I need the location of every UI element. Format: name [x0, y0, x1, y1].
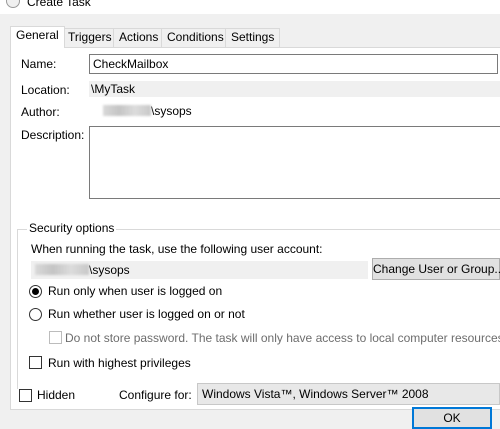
task-scheduler-icon — [6, 0, 20, 8]
tab-actions[interactable]: Actions — [113, 28, 165, 47]
name-field[interactable]: CheckMailbox — [89, 54, 498, 74]
redacted-domain — [35, 264, 89, 275]
configure-for-select[interactable]: Windows Vista™, Windows Server™ 2008 — [197, 383, 500, 405]
dialog-body: General Triggers Actions Conditions Sett… — [0, 14, 500, 429]
run-whether-radio[interactable] — [29, 308, 42, 321]
run-logged-on-radio[interactable] — [29, 285, 42, 298]
tab-triggers[interactable]: Triggers — [62, 28, 118, 47]
redacted-username — [103, 105, 151, 116]
security-options-title: Security options — [27, 221, 117, 235]
author-value-row: \sysops — [89, 103, 500, 119]
hidden-label[interactable]: Hidden — [37, 388, 75, 402]
run-whether-label[interactable]: Run whether user is logged on or not — [48, 307, 245, 321]
run-logged-on-label[interactable]: Run only when user is logged on — [48, 284, 222, 298]
tab-conditions[interactable]: Conditions — [161, 28, 230, 47]
user-account-value: \sysops — [89, 263, 130, 277]
account-prompt: When running the task, use the following… — [31, 242, 323, 256]
title-bar: Create Task — [0, 0, 500, 14]
window-title: Create Task — [27, 0, 91, 9]
no-store-password-label: Do not store password. The task will onl… — [65, 331, 500, 345]
highest-privileges-checkbox[interactable] — [29, 356, 42, 369]
change-user-button[interactable]: Change User or Group... — [372, 258, 500, 280]
name-label: Name: — [21, 57, 57, 71]
tab-general[interactable]: General — [10, 26, 65, 48]
location-value: \MyTask — [89, 81, 500, 97]
ok-button[interactable]: OK — [412, 407, 492, 429]
author-value: \sysops — [151, 104, 192, 118]
hidden-checkbox[interactable] — [19, 389, 32, 402]
general-tab-panel: Name: CheckMailbox Location: \MyTask Aut… — [10, 47, 500, 410]
configure-for-label: Configure for: — [119, 388, 192, 402]
author-label: Author: — [21, 105, 60, 119]
no-store-password-checkbox[interactable] — [49, 331, 62, 344]
description-label: Description: — [21, 128, 85, 142]
user-account-row: \sysops — [31, 261, 368, 279]
description-field[interactable] — [89, 126, 500, 199]
tab-settings[interactable]: Settings — [225, 28, 281, 47]
highest-privileges-label[interactable]: Run with highest privileges — [48, 356, 191, 370]
location-label: Location: — [21, 83, 70, 97]
